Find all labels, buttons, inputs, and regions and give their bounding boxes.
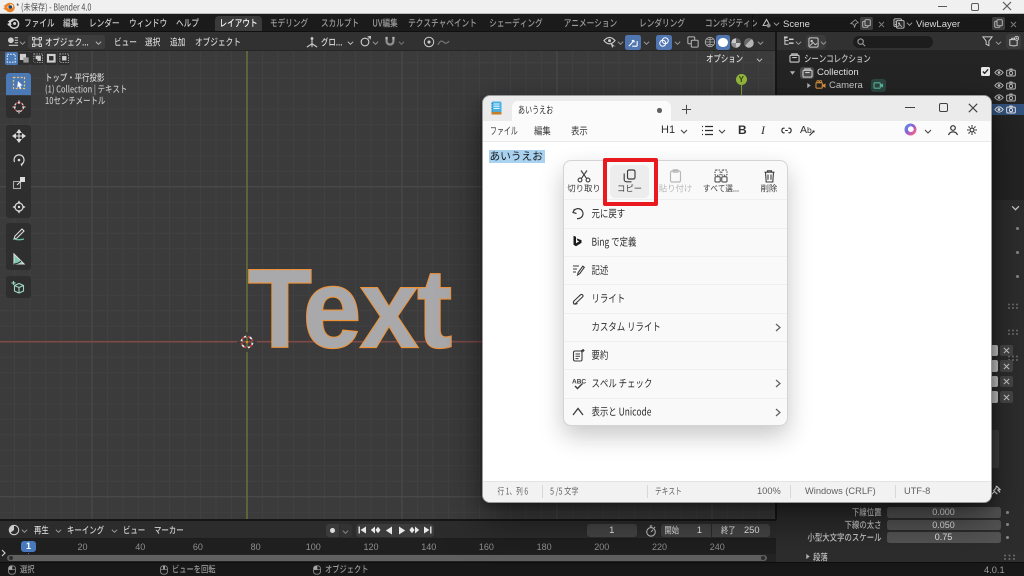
svg-text:ABC: ABC <box>572 378 586 385</box>
svg-text:Text: Text <box>248 247 451 371</box>
